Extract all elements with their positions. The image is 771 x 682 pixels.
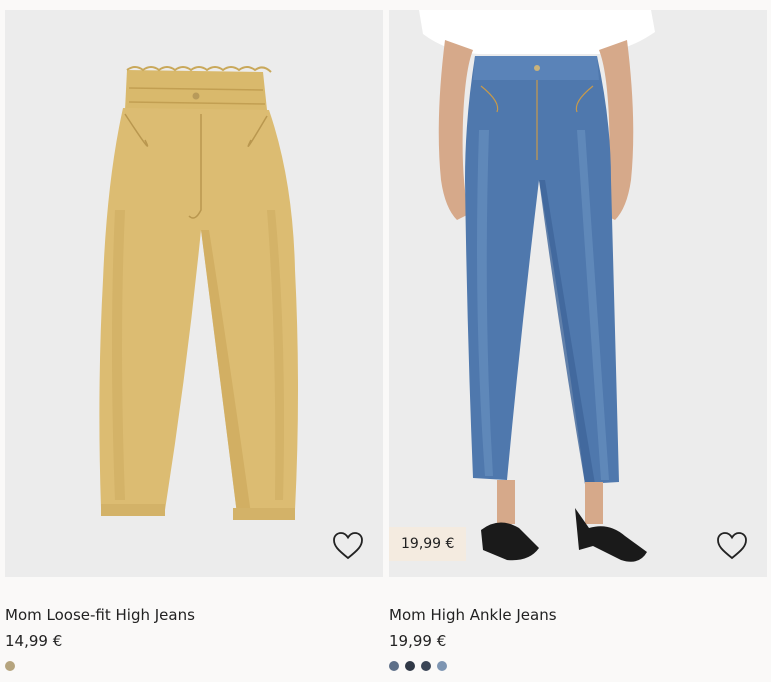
favorite-button[interactable] xyxy=(715,529,749,563)
product-price: 19,99 € xyxy=(389,632,447,650)
heart-icon xyxy=(717,532,747,560)
product-image[interactable]: 19,99 € xyxy=(389,10,767,577)
yellow-jeans-image xyxy=(5,10,383,577)
product-title[interactable]: Mom Loose-fit High Jeans xyxy=(5,606,195,624)
favorite-button[interactable] xyxy=(331,529,365,563)
color-swatch[interactable] xyxy=(5,661,15,671)
product-price: 14,99 € xyxy=(5,632,63,650)
color-swatch[interactable] xyxy=(389,661,399,671)
product-grid: Mom Loose-fit High Jeans 14,99 € 19,99 €… xyxy=(0,0,771,682)
product-card[interactable]: Mom Loose-fit High Jeans 14,99 € xyxy=(5,0,384,682)
color-swatches xyxy=(5,661,15,671)
blue-jeans-image xyxy=(389,10,767,577)
color-swatch[interactable] xyxy=(437,661,447,671)
product-card[interactable]: 19,99 € Mom High Ankle Jeans 19,99 € xyxy=(389,0,768,682)
heart-icon xyxy=(333,532,363,560)
color-swatch[interactable] xyxy=(421,661,431,671)
color-swatches xyxy=(389,661,447,671)
price-badge: 19,99 € xyxy=(389,527,467,561)
color-swatch[interactable] xyxy=(405,661,415,671)
product-title[interactable]: Mom High Ankle Jeans xyxy=(389,606,557,624)
product-image[interactable] xyxy=(5,10,383,577)
